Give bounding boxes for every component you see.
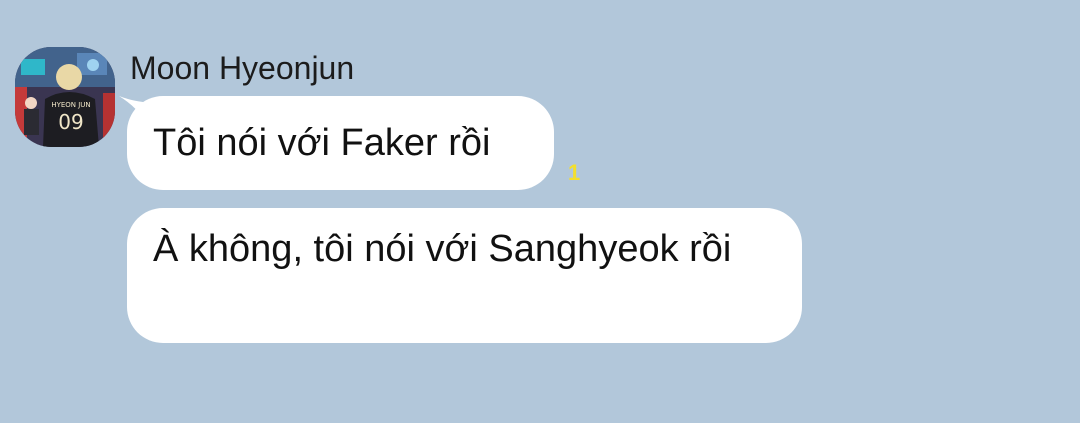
message-text: Tôi nói với Faker rồi [153,122,491,164]
message-text: À không, tôi nói với Sanghyeok rồi [153,228,732,270]
unread-count: 1 [568,160,581,185]
message-bubble[interactable]: Tôi nói với Faker rồi [127,96,554,190]
sender-avatar[interactable]: HYEON JUN 09 [15,47,115,147]
svg-text:09: 09 [58,110,83,134]
message-bubble[interactable]: À không, tôi nói với Sanghyeok rồi [127,208,802,343]
sender-name: Moon Hyeonjun [130,50,355,86]
svg-text:HYEON JUN: HYEON JUN [51,101,90,109]
